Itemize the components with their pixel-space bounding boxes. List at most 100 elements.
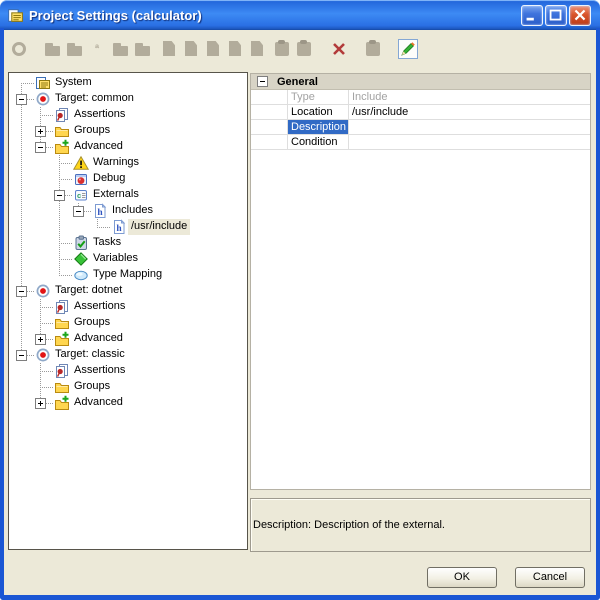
tree-line (21, 139, 22, 155)
property-row-gutter (251, 90, 288, 104)
tree-line (59, 203, 60, 219)
toolbar-button-1[interactable] (10, 39, 28, 59)
tree-line (21, 83, 22, 91)
tree-line (59, 275, 72, 276)
tree-item-warnings[interactable]: Warnings (90, 155, 142, 171)
toolbar-button-12[interactable] (274, 39, 292, 59)
tree-line (40, 387, 53, 388)
close-button[interactable] (569, 5, 591, 26)
tree-line (21, 315, 22, 331)
delete-x-icon (330, 39, 348, 59)
tree-line (21, 251, 22, 267)
property-value[interactable] (349, 120, 590, 134)
property-row-type[interactable]: TypeInclude (251, 90, 590, 105)
tree-item-externals[interactable]: Externals (90, 187, 142, 203)
tree-item-system[interactable]: System (52, 75, 95, 91)
tree-item-advanced[interactable]: Advanced (71, 139, 126, 155)
toolbar-button-4[interactable]: ª (88, 39, 106, 59)
toolbar-button-9[interactable] (204, 39, 222, 59)
property-name[interactable]: Type (288, 90, 349, 104)
settings-tree[interactable]: SystemTarget: commonAssertionsGroupsAdva… (8, 72, 248, 550)
debug-icon (73, 171, 89, 187)
expander-plus[interactable] (35, 398, 46, 409)
delete-button[interactable] (330, 39, 348, 59)
toolbar-button-2[interactable] (44, 39, 62, 59)
tree-item-debug[interactable]: Debug (90, 171, 128, 187)
tree-line (40, 371, 53, 372)
tree-item-advanced[interactable]: Advanced (71, 331, 126, 347)
tree-item-tasks[interactable]: Tasks (90, 235, 124, 251)
tree-item-advanced[interactable]: Advanced (71, 395, 126, 411)
property-name[interactable]: Location (288, 105, 349, 119)
property-grid[interactable]: General TypeIncludeLocation/usr/includeD… (250, 73, 591, 490)
tree-line (21, 331, 22, 347)
folder-icon (54, 379, 70, 395)
property-row-location[interactable]: Location/usr/include (251, 105, 590, 120)
toolbar-button-5[interactable] (112, 39, 130, 59)
folder-icon (54, 315, 70, 331)
toolbar-button-11[interactable] (248, 39, 266, 59)
toolbar-button-13[interactable] (296, 39, 314, 59)
tree-item-variables[interactable]: Variables (90, 251, 141, 267)
tree-item-groups[interactable]: Groups (71, 379, 113, 395)
tree-item-target-dotnet[interactable]: Target: dotnet (52, 283, 125, 299)
tree-item-assertions[interactable]: Assertions (71, 363, 128, 379)
property-value[interactable] (349, 135, 590, 149)
toolbar-button-15[interactable] (365, 39, 383, 59)
title-bar[interactable]: Project Settings (calculator) (0, 0, 600, 30)
toolbar-button-7[interactable] (160, 39, 178, 59)
advanced-icon (54, 395, 70, 411)
tree-line (59, 267, 60, 275)
expander-minus[interactable] (35, 142, 46, 153)
tasks-icon (73, 235, 89, 251)
property-row-condition[interactable]: Condition (251, 135, 590, 150)
tree-line (21, 123, 22, 139)
maximize-icon (546, 6, 566, 25)
expander-minus[interactable] (73, 206, 84, 217)
toolbar-button-6[interactable] (134, 39, 152, 59)
svg-text:c: c (77, 191, 81, 200)
cancel-button[interactable]: Cancel (515, 567, 585, 588)
toolbar-button-8[interactable] (182, 39, 200, 59)
expander-minus[interactable] (16, 94, 27, 105)
toolbar-button-10[interactable] (226, 39, 244, 59)
minimize-button[interactable] (521, 5, 543, 26)
expander-plus[interactable] (35, 126, 46, 137)
property-value[interactable]: Include (349, 90, 590, 104)
toolbar-button-3[interactable] (66, 39, 84, 59)
ok-button[interactable]: OK (427, 567, 497, 588)
maximize-button[interactable] (545, 5, 567, 26)
tree-line (59, 259, 72, 260)
tree-line (21, 187, 22, 203)
edit-button[interactable] (398, 39, 418, 59)
tree-item-target-common[interactable]: Target: common (52, 91, 137, 107)
property-row-description[interactable]: Description (251, 120, 590, 135)
tree-line (21, 299, 22, 315)
property-value[interactable]: /usr/include (349, 105, 590, 119)
expander-minus[interactable] (16, 350, 27, 361)
tree-item-type-mapping[interactable]: Type Mapping (90, 267, 165, 283)
tree-line (40, 323, 53, 324)
advanced-icon (54, 139, 70, 155)
tree-item-groups[interactable]: Groups (71, 123, 113, 139)
property-name[interactable]: Condition (288, 135, 349, 149)
tree-line (59, 243, 72, 244)
target-icon (35, 91, 51, 107)
expander-minus[interactable] (54, 190, 65, 201)
tree-item-target-classic[interactable]: Target: classic (52, 347, 128, 363)
tree-item-usr-include[interactable]: /usr/include (128, 219, 190, 235)
tree-line (21, 219, 22, 235)
tree-item-assertions[interactable]: Assertions (71, 299, 128, 315)
svg-text:h: h (116, 224, 122, 234)
tree-item-includes[interactable]: Includes (109, 203, 156, 219)
tree-item-assertions[interactable]: Assertions (71, 107, 128, 123)
tree-item-groups[interactable]: Groups (71, 315, 113, 331)
property-group-header[interactable]: General (251, 74, 590, 90)
edit-pencil-icon (399, 40, 417, 58)
expander-plus[interactable] (35, 334, 46, 345)
property-name[interactable]: Description (288, 120, 349, 134)
expander-minus[interactable] (16, 286, 27, 297)
typemap-icon (73, 267, 89, 283)
variables-icon (73, 251, 89, 267)
collapse-group-toggle[interactable] (257, 76, 268, 87)
